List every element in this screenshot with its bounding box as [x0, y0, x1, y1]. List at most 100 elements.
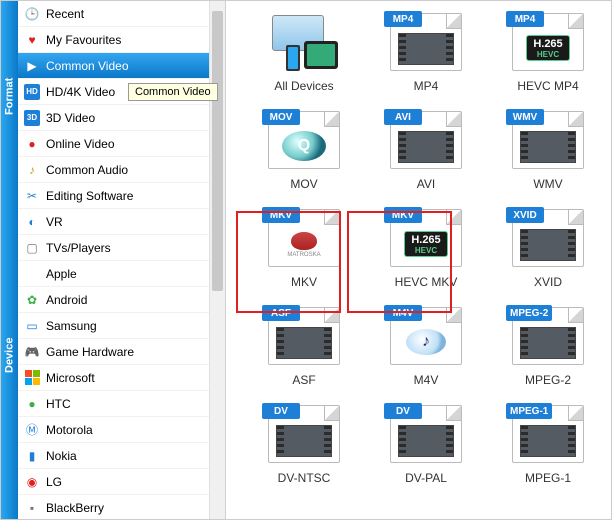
hevc-mp4-thumb: MP4H.265HEVC — [512, 13, 584, 71]
tile-all-devices[interactable]: All Devices — [254, 13, 354, 93]
mpeg2-thumb: MPEG-2 — [512, 307, 584, 365]
h265-badge-icon: H.265HEVC — [404, 231, 448, 257]
dv-ntsc-thumb: DV — [268, 405, 340, 463]
tile-hevc-mkv[interactable]: MKVH.265HEVCHEVC MKV — [376, 209, 476, 289]
common-audio-icon: ♪ — [24, 162, 40, 178]
sidebar-item-label: Samsung — [46, 319, 97, 333]
sidebar-item-label: Nokia — [46, 449, 77, 463]
tile-avi[interactable]: AVIAVI — [376, 111, 476, 191]
sidebar-item-tvs-players[interactable]: ▢ TVs/Players — [18, 235, 209, 261]
my-favourites-icon: ♥ — [24, 32, 40, 48]
sidebar-item-3d-video[interactable]: 3D3D Video — [18, 105, 209, 131]
tile-label: XVID — [534, 275, 562, 289]
sidebar-item-common-video[interactable]: ▶Common Video — [18, 53, 209, 79]
mpeg1-thumb: MPEG-1 — [512, 405, 584, 463]
rail-format-label: Format — [1, 1, 18, 191]
mpeg1-badge: MPEG-1 — [506, 403, 552, 419]
tile-mpeg1[interactable]: MPEG-1MPEG-1 — [498, 405, 598, 485]
sidebar-item-lg[interactable]: ◉ LG — [18, 469, 209, 495]
hevc-mp4-badge: MP4 — [506, 11, 544, 27]
tile-hevc-mp4[interactable]: MP4H.265HEVC HEVC MP4 — [498, 13, 598, 93]
mkv-thumb: MKVMATROSKA — [268, 209, 340, 267]
tile-asf[interactable]: ASF ASF — [254, 307, 354, 387]
hd-4k-video-icon: HD — [24, 84, 40, 100]
sidebar-item-samsung[interactable]: ▭ Samsung — [18, 313, 209, 339]
tile-mpeg2[interactable]: MPEG-2MPEG-2 — [498, 307, 598, 387]
tile-mkv[interactable]: MKVMATROSKA MKV — [254, 209, 354, 289]
lg-icon: ◉ — [24, 474, 40, 490]
sidebar-item-label: HD/4K Video — [46, 85, 115, 99]
sidebar-item-label: TVs/Players — [46, 241, 111, 255]
dv-ntsc-badge: DV — [262, 403, 300, 419]
tile-label: ASF — [292, 373, 315, 387]
tile-label: MPEG-2 — [525, 373, 571, 387]
sidebar-item-label: My Favourites — [46, 33, 121, 47]
tile-xvid[interactable]: XVID XVID — [498, 209, 598, 289]
sidebar-item-game-hardware[interactable]: 🎮Game Hardware — [18, 339, 209, 365]
tile-label: DV-PAL — [405, 471, 447, 485]
tile-m4v[interactable]: M4V♪M4V — [376, 307, 476, 387]
sidebar-item-label: Online Video — [46, 137, 115, 151]
sidebar-item-label: HTC — [46, 397, 71, 411]
sidebar-item-online-video[interactable]: ●Online Video — [18, 131, 209, 157]
avi-badge: AVI — [384, 109, 422, 125]
mpeg2-badge: MPEG-2 — [506, 305, 552, 321]
tile-label: MKV — [291, 275, 317, 289]
app-window: Format Device 🕒Recent♥My Favourites▶Comm… — [0, 0, 612, 520]
sidebar-item-nokia[interactable]: ▮ Nokia — [18, 443, 209, 469]
sidebar-item-label: Motorola — [46, 423, 93, 437]
tile-label: HEVC MP4 — [517, 79, 578, 93]
tile-mp4[interactable]: MP4MP4 — [376, 13, 476, 93]
sidebar-item-recent[interactable]: 🕒 Recent — [18, 1, 209, 27]
motorola-icon: Ⓜ — [24, 422, 40, 438]
tile-dv-pal[interactable]: DV DV-PAL — [376, 405, 476, 485]
sidebar-item-motorola[interactable]: Ⓜ Motorola — [18, 417, 209, 443]
tile-label: MP4 — [414, 79, 439, 93]
tile-dv-ntsc[interactable]: DV DV-NTSC — [254, 405, 354, 485]
sidebar-item-editing-software[interactable]: ✂Editing Software — [18, 183, 209, 209]
sidebar-item-label: Apple — [46, 267, 77, 281]
sidebar-item-htc[interactable]: ● HTC — [18, 391, 209, 417]
htc-icon: ● — [24, 396, 40, 412]
sidebar-item-apple[interactable]: Apple — [18, 261, 209, 287]
sidebar-item-label: Common Video — [46, 59, 129, 73]
tvs-players-icon: ▢ — [24, 240, 40, 256]
tile-label: WMV — [533, 177, 562, 191]
xvid-thumb: XVID — [512, 209, 584, 267]
hevc-mkv-thumb: MKVH.265HEVC — [390, 209, 462, 267]
mov-thumb: MOV — [268, 111, 340, 169]
sidebar-item-label: 3D Video — [46, 111, 95, 125]
editing-software-icon: ✂ — [24, 188, 40, 204]
sidebar-item-label: Recent — [46, 7, 84, 21]
recent-icon: 🕒 — [24, 6, 40, 22]
tile-mov[interactable]: MOVMOV — [254, 111, 354, 191]
sidebar-item-label: BlackBerry — [46, 501, 104, 515]
tile-wmv[interactable]: WMV WMV — [498, 111, 598, 191]
tooltip: Common Video — [128, 83, 218, 101]
samsung-icon: ▭ — [24, 318, 40, 334]
sidebar-item-microsoft[interactable]: Microsoft — [18, 365, 209, 391]
sidebar-item-my-favourites[interactable]: ♥ My Favourites — [18, 27, 209, 53]
sidebar-item-label: VR — [46, 215, 63, 229]
dv-pal-badge: DV — [384, 403, 422, 419]
wmv-thumb: WMV — [512, 111, 584, 169]
asf-thumb: ASF — [268, 307, 340, 365]
sidebar: 🕒 Recent ♥ My Favourites ▶Common Video HD HD/4… — [18, 1, 226, 519]
avi-thumb: AVI — [390, 111, 462, 169]
tile-label: MPEG-1 — [525, 471, 571, 485]
sidebar-scrollbar[interactable] — [209, 1, 225, 519]
nokia-icon: ▮ — [24, 448, 40, 464]
mov-badge: MOV — [262, 109, 300, 125]
sidebar-item-label: LG — [46, 475, 62, 489]
tile-label: MOV — [290, 177, 317, 191]
apple-icon — [24, 266, 40, 282]
blackberry-icon: ▪ — [24, 500, 40, 516]
sidebar-item-common-audio[interactable]: ♪Common Audio — [18, 157, 209, 183]
sidebar-item-blackberry[interactable]: ▪ BlackBerry — [18, 495, 209, 519]
android-icon: ✿ — [24, 292, 40, 308]
tile-label: DV-NTSC — [278, 471, 331, 485]
content-pane: All DevicesMP4MP4MP4H.265HEVCHEVC MP4MOV… — [226, 1, 611, 519]
sidebar-item-vr[interactable]: ◐VR — [18, 209, 209, 235]
scrollbar-thumb[interactable] — [212, 11, 223, 291]
sidebar-item-android[interactable]: ✿Android — [18, 287, 209, 313]
